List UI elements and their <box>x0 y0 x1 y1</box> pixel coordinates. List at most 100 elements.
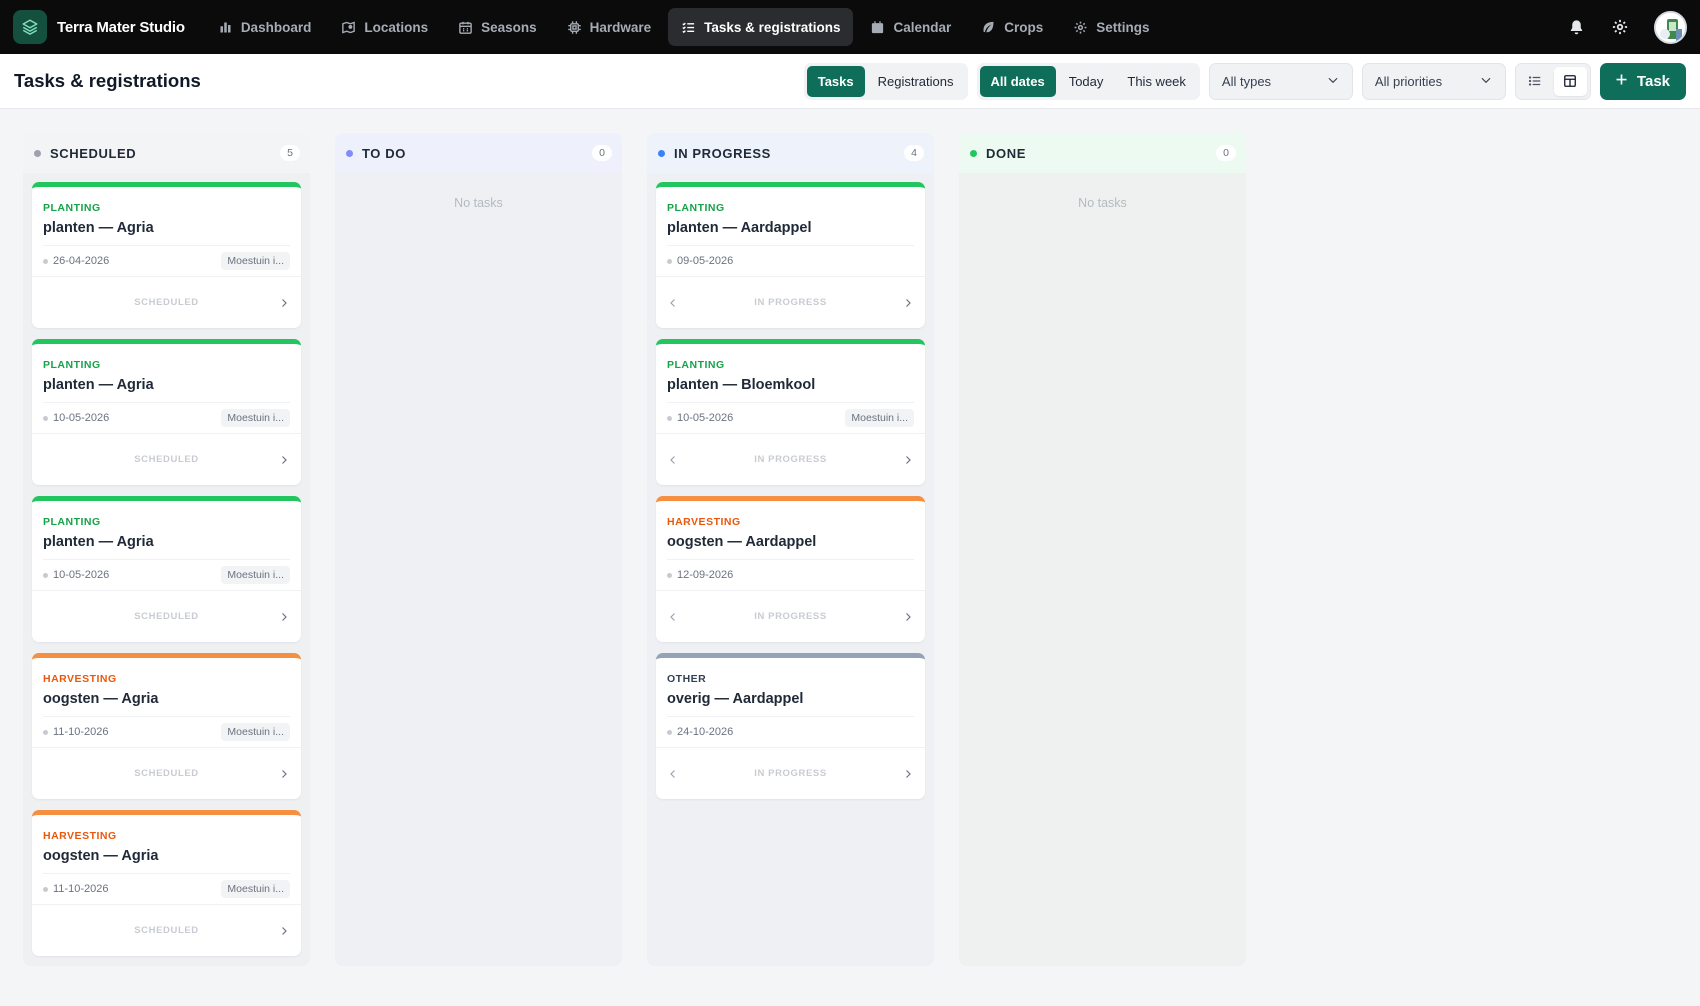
chevron-right-icon[interactable] <box>897 292 919 314</box>
task-title: overig — Aardappel <box>667 691 914 717</box>
page-header: Tasks & registrations Tasks Registration… <box>0 54 1700 109</box>
brand[interactable]: Terra Mater Studio <box>13 10 185 44</box>
date-dot-icon <box>43 415 48 421</box>
tab-registrations[interactable]: Registrations <box>867 66 965 97</box>
column-title: IN PROGRESS <box>674 145 771 161</box>
kanban-board: SCHEDULED 5 PLANTING planten — Agria 26-04-2… <box>23 133 1246 966</box>
status-label: IN PROGRESS <box>754 454 827 465</box>
task-card-footer: IN PROGRESS <box>656 747 925 799</box>
add-task-button[interactable]: Task <box>1599 62 1686 100</box>
nav-item-settings[interactable]: Settings <box>1060 8 1162 46</box>
task-card[interactable]: PLANTING planten — Agria 26-04-2026 Moestui… <box>32 182 301 328</box>
status-label: SCHEDULED <box>134 925 199 936</box>
task-date: 09-05-2026 <box>677 255 734 267</box>
status-label: IN PROGRESS <box>754 768 827 779</box>
priority-filter-select[interactable]: All priorities <box>1361 62 1506 100</box>
nav-item-dashboard[interactable]: Dashboard <box>205 8 325 46</box>
task-type: OTHER <box>667 673 707 685</box>
top-navigation: Terra Mater Studio Dashboard Locations Sea… <box>0 0 1700 54</box>
task-type: PLANTING <box>43 202 101 214</box>
view-toggle <box>1514 62 1591 100</box>
task-date: 10-05-2026 <box>53 412 110 424</box>
chevron-left-icon[interactable] <box>662 763 684 785</box>
column-title: SCHEDULED <box>50 145 137 161</box>
plus-icon <box>1614 72 1629 91</box>
gear-icon <box>1073 20 1088 35</box>
chevron-right-icon[interactable] <box>273 920 295 942</box>
task-meta: 10-05-2026 Moestuin i... <box>43 560 290 590</box>
chevron-right-icon[interactable] <box>897 606 919 628</box>
task-card[interactable]: HARVESTING oogsten — Agria 11-10-2026 Moest… <box>32 810 301 956</box>
type-filter-value: All types <box>1221 73 1272 89</box>
date-dot-icon <box>43 258 48 264</box>
tab-this-week[interactable]: This week <box>1116 66 1197 97</box>
priority-filter-value: All priorities <box>1374 73 1443 89</box>
task-card[interactable]: OTHER overig — Aardappel 24-10-2026 IN PROG… <box>656 653 925 799</box>
nav-item-locations[interactable]: Locations <box>328 8 441 46</box>
type-filter-select[interactable]: All types <box>1208 62 1353 100</box>
location-badge: Moestuin i... <box>221 566 290 584</box>
nav-item-label: Hardware <box>589 19 652 35</box>
page-title: Tasks & registrations <box>14 70 201 91</box>
task-type: HARVESTING <box>43 673 117 685</box>
chevron-right-icon[interactable] <box>897 449 919 471</box>
chevron-right-icon[interactable] <box>273 292 295 314</box>
date-dot-icon <box>667 572 672 578</box>
chevron-right-icon[interactable] <box>273 606 295 628</box>
nav-item-crops[interactable]: Crops <box>968 8 1056 46</box>
nav-right <box>1566 10 1687 44</box>
board-view-icon[interactable] <box>1553 66 1587 96</box>
status-label: SCHEDULED <box>134 611 199 622</box>
tab-all-dates[interactable]: All dates <box>979 65 1056 97</box>
chevron-left-icon[interactable] <box>662 606 684 628</box>
bar-chart-icon <box>218 20 233 35</box>
task-date: 10-05-2026 <box>677 412 734 424</box>
task-card[interactable]: PLANTING planten — Bloemkool 10-05-2026 Moe… <box>656 339 925 485</box>
chevron-left-icon[interactable] <box>662 292 684 314</box>
avatar[interactable] <box>1654 10 1687 44</box>
task-date: 24-10-2026 <box>677 726 734 738</box>
chevron-right-icon[interactable] <box>273 449 295 471</box>
chevron-right-icon[interactable] <box>273 763 295 785</box>
task-title: planten — Bloemkool <box>667 377 914 403</box>
task-meta: 12-09-2026 <box>667 560 914 590</box>
task-card[interactable]: PLANTING planten — Aardappel 09-05-2026 IN … <box>656 182 925 328</box>
task-meta: 26-04-2026 Moestuin i... <box>43 246 290 276</box>
status-label: IN PROGRESS <box>754 611 827 622</box>
status-label: SCHEDULED <box>134 768 199 779</box>
gear-icon[interactable] <box>1610 17 1630 37</box>
bell-icon[interactable] <box>1566 17 1586 37</box>
nav-item-calendar[interactable]: Calendar <box>857 8 964 46</box>
list-view-icon[interactable] <box>1519 67 1552 96</box>
task-card[interactable]: PLANTING planten — Agria 10-05-2026 Moestui… <box>32 496 301 642</box>
task-card[interactable]: HARVESTING oogsten — Agria 11-10-2026 Moest… <box>32 653 301 799</box>
chevron-left-icon[interactable] <box>662 449 684 471</box>
list-check-icon <box>681 20 696 35</box>
task-card[interactable]: HARVESTING oogsten — Aardappel 12-09-2026 I… <box>656 496 925 642</box>
nav-item-label: Calendar <box>893 19 952 35</box>
nav-item-label: Tasks & registrations <box>704 19 841 35</box>
task-card[interactable]: PLANTING planten — Agria 10-05-2026 Moestui… <box>32 339 301 485</box>
task-card-footer: SCHEDULED <box>32 276 301 328</box>
status-label: IN PROGRESS <box>754 297 827 308</box>
task-title: planten — Aardappel <box>667 220 914 246</box>
column-in-progress: IN PROGRESS 4 PLANTING planten — Aardappel 0… <box>647 133 934 966</box>
location-badge: Moestuin i... <box>221 723 290 741</box>
tab-tasks[interactable]: Tasks <box>806 65 865 97</box>
chevron-right-icon[interactable] <box>897 763 919 785</box>
column-header: SCHEDULED 5 <box>23 133 310 173</box>
column-body: PLANTING planten — Agria 26-04-2026 Moestui… <box>23 173 310 965</box>
tab-today[interactable]: Today <box>1058 66 1115 97</box>
nav-item-tasks-registrations[interactable]: Tasks & registrations <box>668 8 854 46</box>
task-title: oogsten — Agria <box>43 848 290 874</box>
nav-item-hardware[interactable]: Hardware <box>554 8 665 46</box>
nav-item-seasons[interactable]: Seasons <box>445 8 550 46</box>
column-header: TO DO 0 <box>335 133 622 173</box>
task-title: oogsten — Aardappel <box>667 534 914 560</box>
column-body: PLANTING planten — Aardappel 09-05-2026 IN … <box>647 173 934 808</box>
column-header: IN PROGRESS 4 <box>647 133 934 173</box>
task-type: PLANTING <box>43 359 101 371</box>
add-task-label: Task <box>1636 72 1670 90</box>
mode-tabs: Tasks Registrations <box>803 62 968 100</box>
task-meta: 11-10-2026 Moestuin i... <box>43 717 290 747</box>
